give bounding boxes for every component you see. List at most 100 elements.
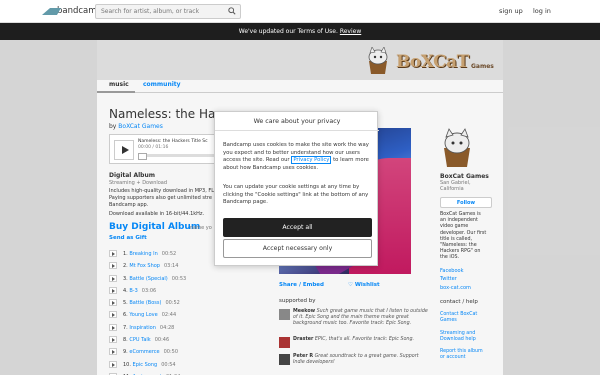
accept-all-button[interactable]: Accept all — [223, 218, 372, 237]
link-line: Games — [440, 318, 457, 323]
track-play-button[interactable] — [109, 299, 117, 307]
track-play-button[interactable] — [109, 250, 117, 257]
track-play-button[interactable] — [109, 348, 117, 356]
supporter-avatar[interactable] — [279, 354, 290, 365]
follow-button[interactable]: Follow — [440, 197, 492, 208]
track-duration: 03:14 — [163, 263, 179, 270]
player-time: 00:00 / 01:16 — [138, 145, 169, 150]
review-link[interactable]: Review — [340, 28, 361, 35]
player-progress-bar[interactable] — [138, 153, 218, 160]
sidebar-artist-name[interactable]: BoxCat Games — [440, 173, 489, 180]
track-play-button[interactable] — [109, 360, 117, 368]
track-play-button[interactable] — [109, 262, 117, 270]
track-info: 3. Battle (Special) 00:53 — [123, 276, 186, 282]
report-link[interactable]: Report this album or account — [440, 349, 500, 361]
track-row: 4. B-3 03:06 — [109, 286, 219, 298]
track-title[interactable]: Battle (Special) — [129, 276, 167, 282]
log-in-link[interactable]: log in — [533, 7, 551, 15]
artist-avatar[interactable] — [440, 128, 474, 168]
track-info: 5. Battle (Boss) 00:52 — [123, 300, 180, 306]
album-title: Nameless: the Hac — [109, 107, 222, 121]
track-title[interactable]: CPU Talk — [129, 337, 150, 343]
privacy-policy-link[interactable]: Privacy Policy — [291, 156, 332, 165]
sidebar-location: San Gabriel, California — [440, 180, 500, 192]
track-duration: 00:54 — [161, 361, 176, 368]
terms-notice-bar: We've updated our Terms of Use. Review — [0, 23, 600, 40]
twitter-link[interactable]: Twitter — [440, 276, 457, 282]
track-duration: 00:50 — [163, 349, 179, 356]
bandcamp-logo-icon — [44, 8, 55, 15]
link-line: or account — [440, 355, 466, 360]
digital-album-heading: Digital Album — [109, 172, 155, 179]
track-row: 7. Inspiration 04:28 — [109, 323, 219, 335]
artist-tabs: music community — [97, 79, 503, 93]
track-title[interactable]: Mt Fox Shop — [129, 263, 160, 269]
track-title[interactable]: Inspiration — [129, 325, 156, 331]
heart-icon: ♡ — [348, 282, 355, 288]
cookie-consent-dialog: We care about your privacy Bandcamp uses… — [214, 111, 379, 266]
track-info: 1. Breaking In 00:52 — [123, 251, 176, 257]
top-bar: bandcamp Search for artist, album, or tr… — [0, 0, 600, 23]
dialog-title: We care about your privacy — [253, 118, 341, 125]
track-number: 10. — [123, 361, 131, 368]
search-input[interactable]: Search for artist, album, or track — [95, 4, 241, 19]
track-title[interactable]: Breaking In — [129, 251, 157, 257]
digital-album-subheading: Streaming + Download — [109, 180, 168, 186]
accept-necessary-button[interactable]: Accept necessary only — [223, 239, 372, 258]
notice-text: We've updated our Terms of Use. — [238, 28, 338, 35]
send-as-gift-link[interactable]: Send as Gift — [109, 235, 147, 241]
facebook-link[interactable]: Facebook — [440, 268, 464, 274]
website-link[interactable]: box-cat.com — [440, 285, 471, 291]
play-button[interactable] — [114, 140, 134, 160]
track-play-button[interactable] — [109, 323, 117, 331]
bandcamp-logo[interactable]: bandcamp — [44, 6, 102, 16]
download-availability: Download available in 16-bit/44.1kHz. — [109, 211, 205, 217]
search-icon[interactable] — [228, 7, 236, 15]
share-embed-link[interactable]: Share / Embed — [279, 282, 324, 288]
supporter-name[interactable]: Draster — [293, 337, 313, 342]
track-title[interactable]: B-3 — [129, 288, 137, 294]
digital-album-description: Includes high-quality download in MP3, F… — [109, 188, 217, 209]
track-info: 8. CPU Talk 00:46 — [123, 337, 169, 343]
sign-up-link[interactable]: sign up — [499, 7, 523, 15]
supporter-name[interactable]: Meekow — [293, 309, 315, 314]
track-title[interactable]: Young Love — [129, 312, 157, 318]
dialog-divider — [215, 130, 379, 131]
tab-music[interactable]: music — [109, 81, 129, 88]
track-play-button[interactable] — [109, 311, 117, 319]
supporter-avatar[interactable] — [279, 309, 290, 320]
buy-digital-album-button[interactable]: Buy Digital Album — [109, 222, 200, 232]
track-title[interactable]: Battle (Boss) — [129, 300, 161, 306]
supporter-avatar[interactable] — [279, 337, 290, 348]
track-info: 9. eCommerce 00:50 — [123, 349, 178, 355]
track-title[interactable]: eCommerce — [129, 349, 159, 355]
supporter-fav: Favorite track: Epic Song. — [349, 321, 412, 326]
tab-community[interactable]: community — [143, 81, 181, 88]
track-play-button[interactable] — [109, 274, 117, 282]
artist-link[interactable]: BoXCat Games — [118, 123, 163, 130]
track-number: 6. — [123, 312, 128, 319]
track-info: 7. Inspiration 04:28 — [123, 325, 174, 331]
contact-artist-link[interactable]: Contact BoxCat Games — [440, 312, 500, 324]
track-duration: 04:28 — [159, 324, 175, 331]
streaming-help-link[interactable]: Streaming and Download help — [440, 331, 500, 343]
dialog-body-2: You can update your cookie settings at a… — [223, 184, 369, 206]
wishlist-button[interactable]: ♡ Wishlist — [348, 282, 380, 288]
boxcat-logo-icon — [368, 47, 388, 74]
contact-help-heading: contact / help — [440, 299, 478, 305]
link-line: Download help — [440, 337, 476, 342]
track-info: 4. B-3 03:06 — [123, 288, 156, 294]
track-play-button[interactable] — [109, 286, 117, 294]
boxcat-games-text: Games — [471, 63, 494, 70]
track-title[interactable]: Epic Song — [133, 362, 158, 368]
track-row: 10. Epic Song 00:54 — [109, 360, 219, 372]
track-row: 2. Mt Fox Shop 03:14 — [109, 261, 219, 273]
location-line: California — [440, 186, 464, 192]
track-number: 8. — [123, 337, 128, 344]
track-number: 4. — [123, 287, 128, 294]
track-number: 9. — [123, 349, 128, 356]
track-number: 3. — [123, 275, 128, 282]
track-number: 1. — [123, 251, 128, 257]
track-play-button[interactable] — [109, 336, 117, 344]
supporter-name[interactable]: Peter R — [293, 354, 313, 359]
